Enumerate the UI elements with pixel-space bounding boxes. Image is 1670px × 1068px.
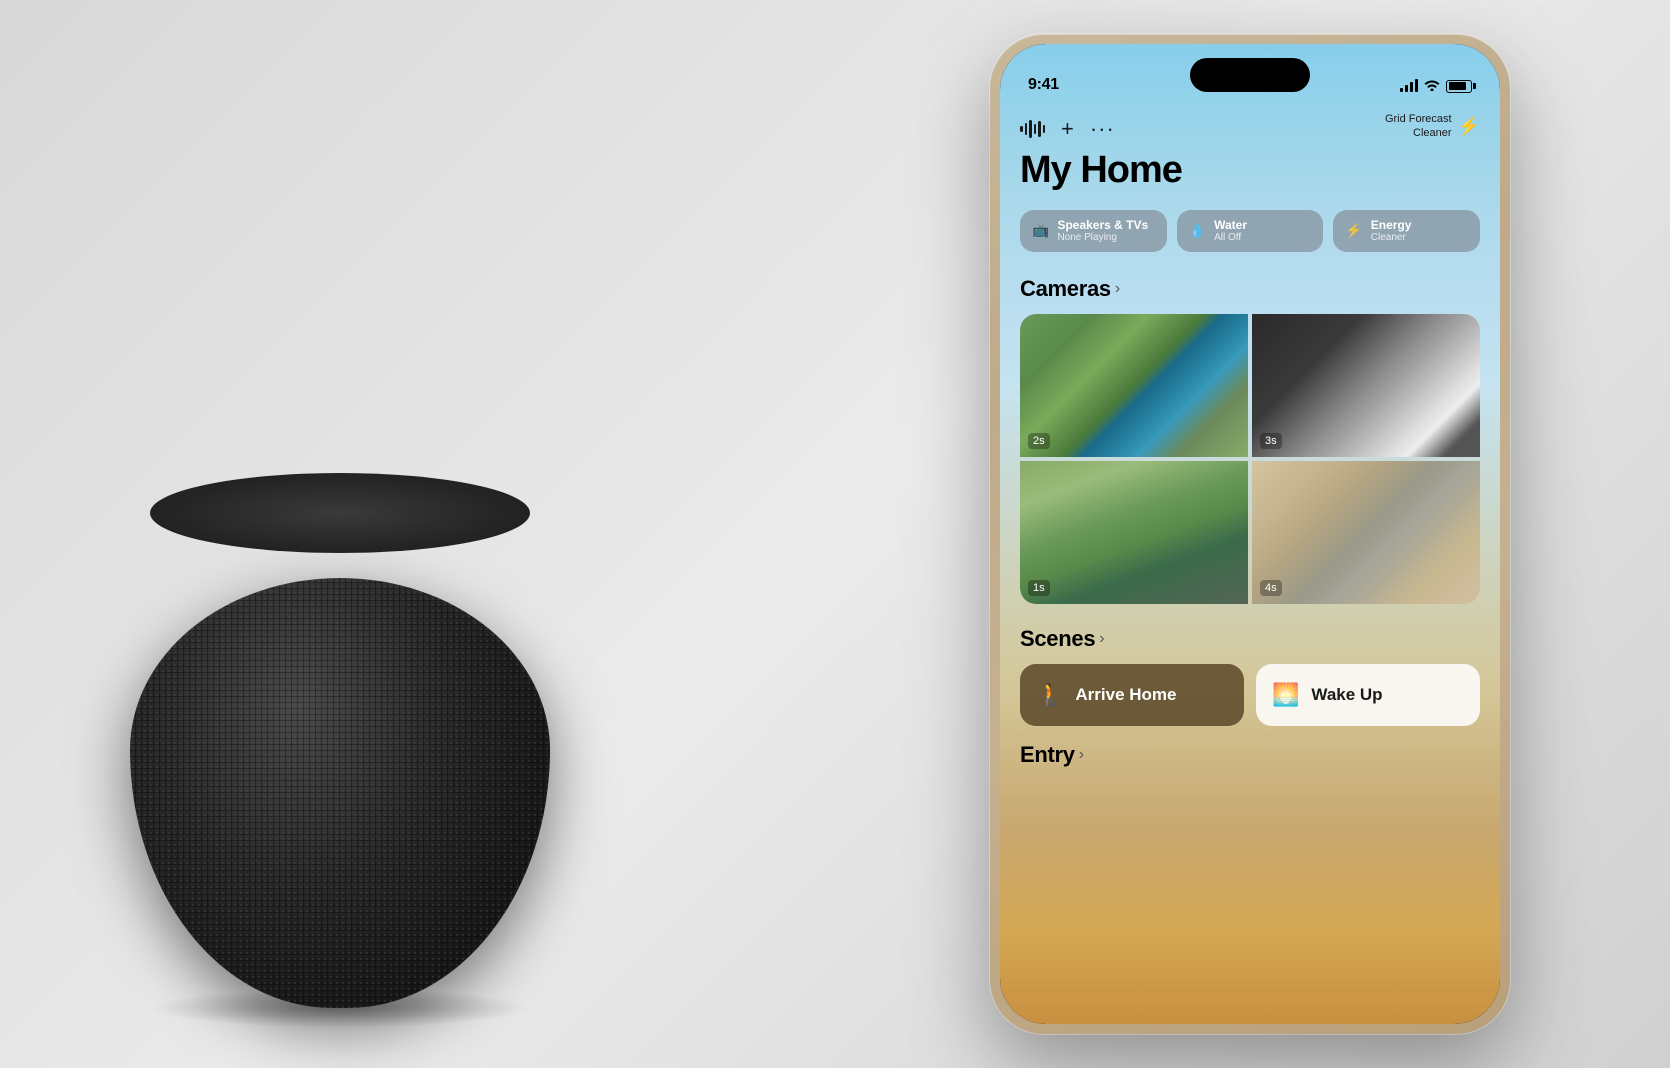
chip-energy-label: Energy <box>1371 218 1412 232</box>
camera-timer-1: 2s <box>1028 433 1050 449</box>
camera-grid: 2s 3s 1s 4s <box>1020 314 1480 604</box>
cameras-chevron: › <box>1115 280 1120 298</box>
scene-arrive-home-button[interactable]: 🚶 Arrive Home <box>1020 664 1244 726</box>
camera-cell-3[interactable]: 1s <box>1020 461 1248 604</box>
add-icon[interactable]: + <box>1061 116 1074 142</box>
wake-up-label: Wake Up <box>1311 685 1382 705</box>
scenes-title: Scenes <box>1020 626 1095 652</box>
status-icons <box>1400 78 1472 94</box>
more-icon[interactable]: ··· <box>1090 116 1115 142</box>
entry-section[interactable]: Entry › <box>1020 742 1480 768</box>
homepod-body <box>130 578 550 1008</box>
water-icon: 💧 <box>1189 222 1206 239</box>
energy-icon: ⚡ <box>1345 222 1362 239</box>
cameras-title: Cameras <box>1020 276 1111 302</box>
camera-timer-4: 4s <box>1260 580 1282 596</box>
grid-forecast: Grid Forecast Cleaner ⚡ <box>1385 112 1480 141</box>
page-title: My Home <box>1020 150 1480 192</box>
battery-icon <box>1446 80 1472 93</box>
cameras-section-header[interactable]: Cameras › <box>1020 276 1480 302</box>
waveform-icon[interactable] <box>1020 120 1045 138</box>
iphone-frame: 9:41 <box>990 34 1510 1034</box>
scenes-section: Scenes › 🚶 Arrive Home 🌅 Wake <box>1020 626 1480 726</box>
camera-cell-1[interactable]: 2s <box>1020 314 1248 457</box>
scene-container: 9:41 <box>0 0 1670 1068</box>
iphone-wrapper: 9:41 <box>990 30 1510 1038</box>
iphone-screen: 9:41 <box>1000 44 1500 1024</box>
app-header: + ··· Grid Forecast Cleaner ⚡ <box>1020 102 1480 142</box>
scenes-section-header[interactable]: Scenes › <box>1020 626 1480 652</box>
grid-forecast-icon: ⚡ <box>1458 116 1480 137</box>
homepod-mesh-dots <box>130 578 550 1008</box>
camera-timer-2: 3s <box>1260 433 1282 449</box>
arrive-home-label: Arrive Home <box>1075 685 1176 705</box>
camera-cell-4[interactable]: 4s <box>1252 461 1480 604</box>
chip-water[interactable]: 💧 Water All Off <box>1177 210 1324 252</box>
scene-wake-up-button[interactable]: 🌅 Wake Up <box>1256 664 1480 726</box>
scenes-row: 🚶 Arrive Home 🌅 Wake Up <box>1020 664 1480 726</box>
camera-cell-2[interactable]: 3s <box>1252 314 1480 457</box>
grid-forecast-text: Grid Forecast Cleaner <box>1385 112 1452 141</box>
iphone-inner: 9:41 <box>1000 44 1500 1024</box>
wifi-icon <box>1424 78 1440 94</box>
chip-speakers-label: Speakers & TVs <box>1057 218 1148 232</box>
signal-icon <box>1400 80 1418 92</box>
scenes-chevron: › <box>1099 630 1104 648</box>
homepod-top <box>150 473 530 553</box>
camera-timer-3: 1s <box>1028 580 1050 596</box>
status-time: 9:41 <box>1028 76 1059 94</box>
chips-row: 📺 Speakers & TVs None Playing 💧 <box>1020 210 1480 252</box>
chip-speakers-sublabel: None Playing <box>1057 232 1148 244</box>
app-content: + ··· Grid Forecast Cleaner ⚡ <box>1000 102 1500 1024</box>
chip-water-sublabel: All Off <box>1214 232 1247 244</box>
dynamic-island <box>1190 58 1310 92</box>
chip-water-label: Water <box>1214 218 1247 232</box>
chip-energy-sublabel: Cleaner <box>1371 232 1412 244</box>
arrive-home-icon: 🚶 <box>1036 682 1063 708</box>
wake-up-icon: 🌅 <box>1272 682 1299 708</box>
entry-title: Entry <box>1020 742 1075 768</box>
homepod-mini <box>80 488 600 1008</box>
speakers-icon: 📺 <box>1032 222 1049 239</box>
chip-speakers[interactable]: 📺 Speakers & TVs None Playing <box>1020 210 1167 252</box>
header-icons: + ··· <box>1020 112 1115 142</box>
entry-section-header[interactable]: Entry › <box>1020 742 1480 768</box>
chip-energy[interactable]: ⚡ Energy Cleaner <box>1333 210 1480 252</box>
entry-chevron: › <box>1079 746 1084 764</box>
